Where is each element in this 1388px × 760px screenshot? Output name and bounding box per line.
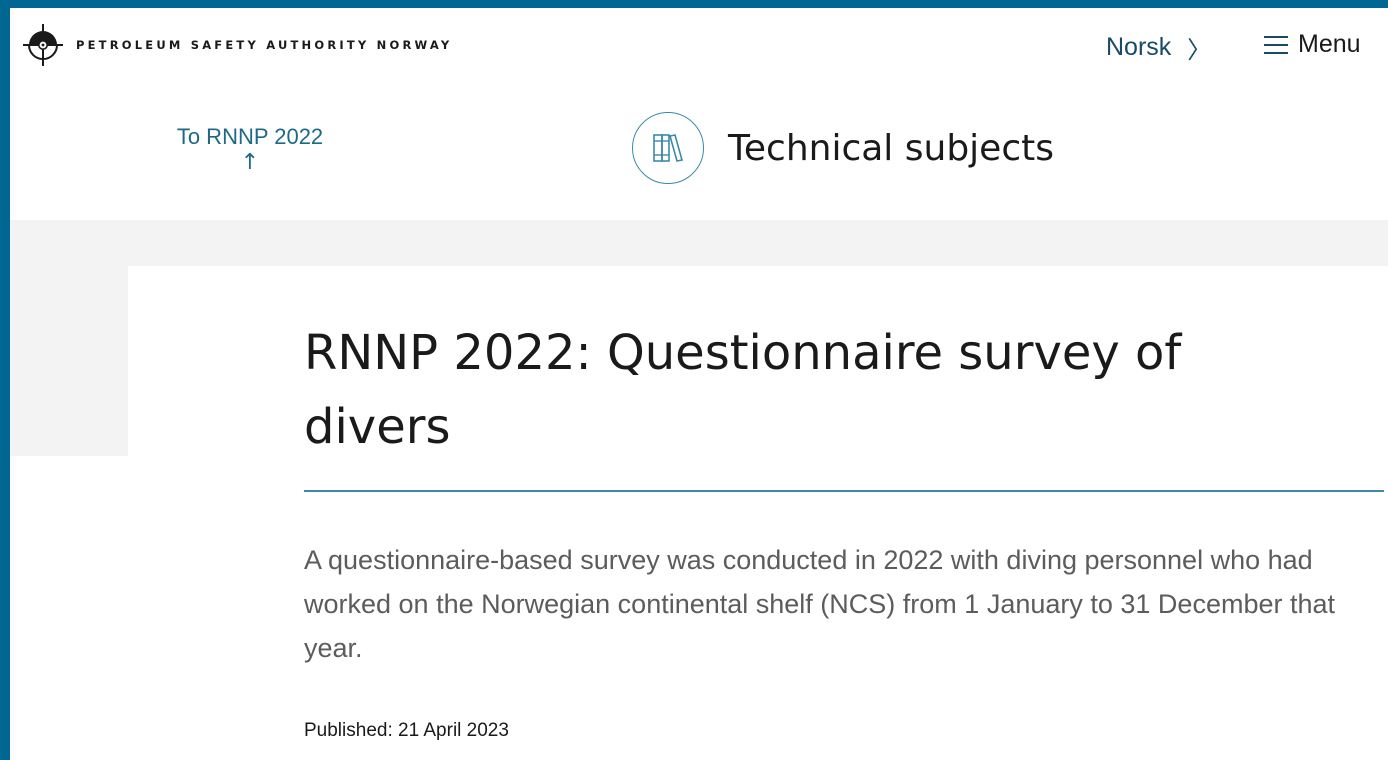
back-link-label: To RNNP 2022 — [176, 124, 324, 149]
arrow-up-icon: ↑ — [240, 150, 260, 175]
title-divider — [304, 490, 1384, 492]
window-frame-top — [0, 0, 1388, 8]
page-title: RNNP 2022: Questionnaire survey of diver… — [304, 325, 1182, 455]
books-icon — [653, 134, 684, 162]
subject-category[interactable]: Technical subjects — [632, 112, 1054, 184]
subject-icon-circle — [632, 112, 704, 184]
site-header: PETROLEUM SAFETY AUTHORITY NORWAY Norsk … — [10, 8, 1388, 82]
language-label: Norsk — [1106, 33, 1172, 61]
subject-title: Technical subjects — [728, 127, 1054, 169]
menu-button[interactable]: Menu — [1264, 30, 1361, 59]
site-logo[interactable]: PETROLEUM SAFETY AUTHORITY NORWAY — [22, 22, 452, 68]
logo-text: PETROLEUM SAFETY AUTHORITY NORWAY — [76, 38, 453, 52]
background-side-block — [10, 266, 128, 456]
language-switch-link[interactable]: Norsk 〉 — [1106, 30, 1211, 65]
background-band — [10, 220, 1388, 266]
crosshair-logo-icon — [23, 24, 63, 66]
chevron-right-icon: 〉 — [1187, 36, 1212, 64]
back-to-parent-link[interactable]: To RNNP 2022 ↑ — [160, 124, 340, 174]
hamburger-icon — [1264, 35, 1288, 54]
published-date: Published: 21 April 2023 — [304, 720, 509, 741]
window-frame-left — [0, 0, 10, 760]
menu-label: Menu — [1298, 30, 1361, 58]
article-lead: A questionnaire-based survey was conduct… — [304, 545, 1336, 663]
